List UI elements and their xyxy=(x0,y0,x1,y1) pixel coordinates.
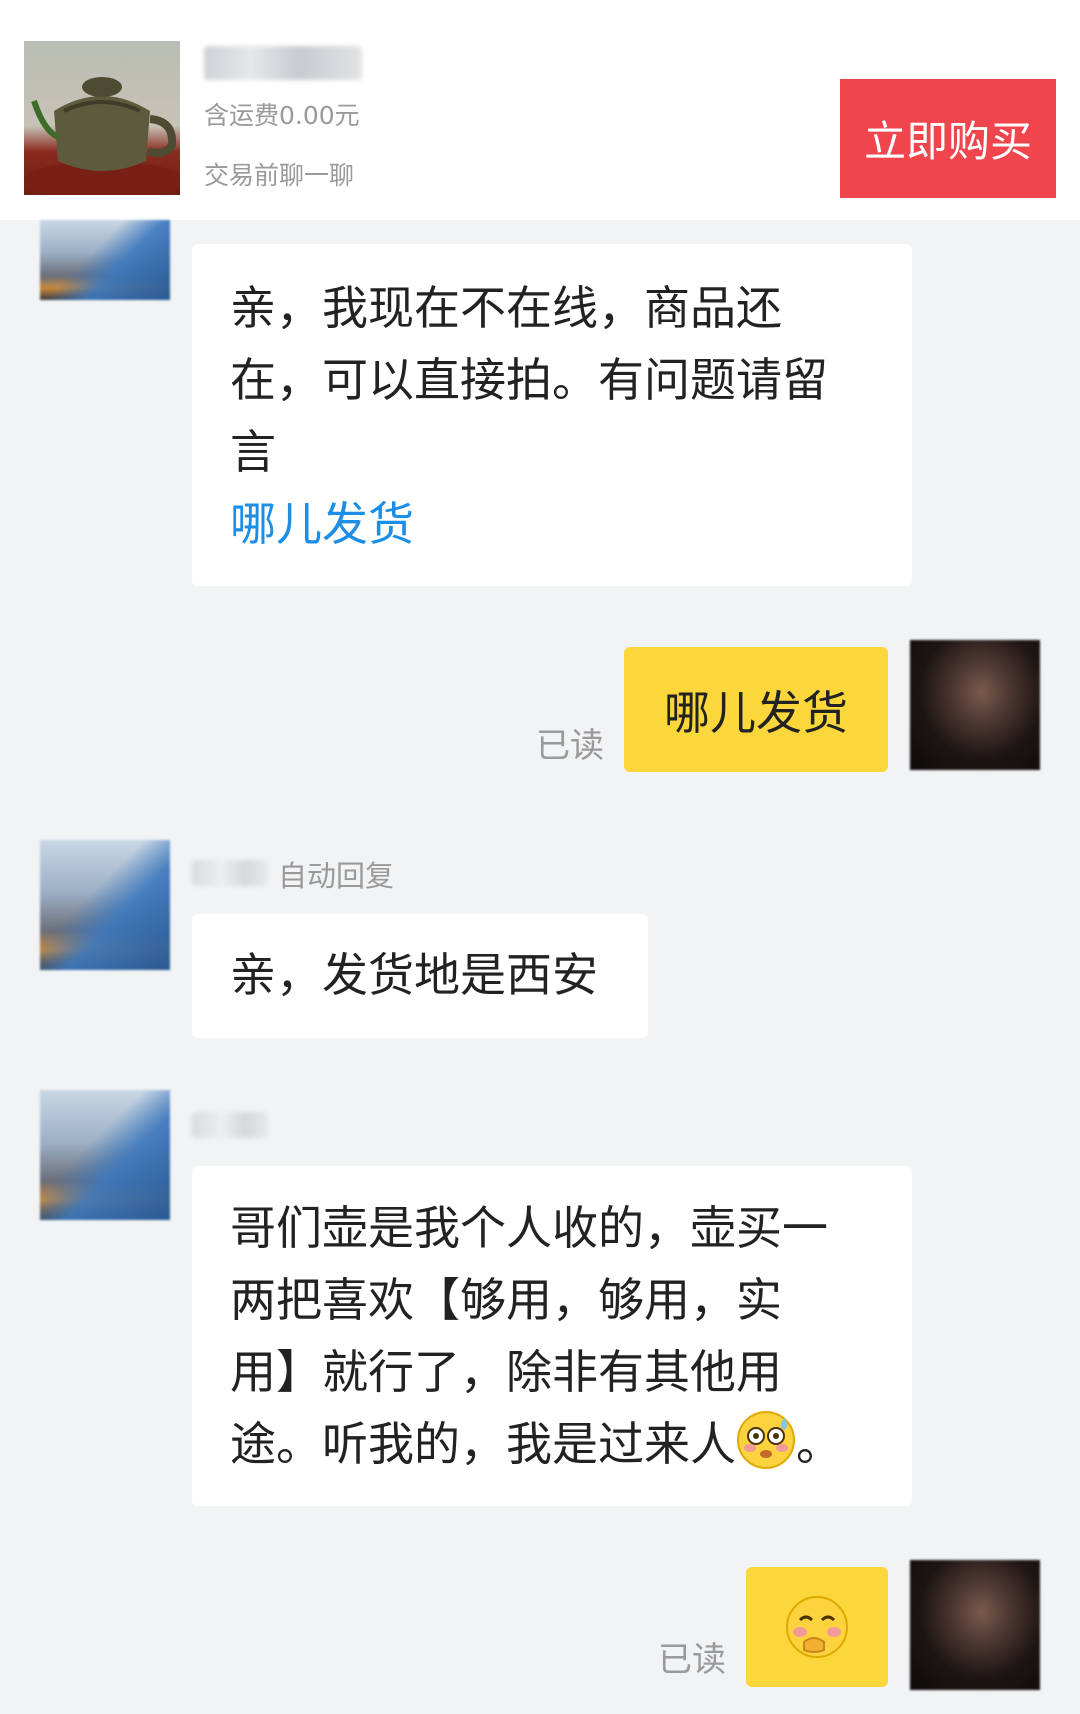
product-bar: 含运费0.00元 交易前聊一聊 立即购买 xyxy=(0,0,1080,220)
auto-reply-tag: 自动回复 xyxy=(278,859,395,893)
message-line: 用】就行了，除非有其他用 xyxy=(230,1345,782,1399)
user-avatar[interactable] xyxy=(910,1560,1040,1690)
price-blurred xyxy=(204,46,362,80)
message-line: 在，可以直接拍。有问题请留 xyxy=(230,353,828,407)
quick-question-link[interactable]: 哪儿发货 xyxy=(230,488,874,560)
seller-avatar[interactable] xyxy=(40,1090,170,1220)
message-bubble-own: 哪儿发货 xyxy=(624,647,888,772)
user-avatar[interactable] xyxy=(910,640,1040,770)
read-status: 已读 xyxy=(658,1640,726,1680)
message-text: 亲，发货地是西安 xyxy=(230,948,598,1002)
message-line: 亲，我现在不在线，商品还 xyxy=(230,281,782,335)
message-line: 言 xyxy=(230,425,276,479)
seller-name-blurred xyxy=(192,1112,268,1138)
flushed-sweat-emoji-icon xyxy=(736,1410,796,1470)
message-text: 途。听我的，我是过来人 xyxy=(230,1417,736,1471)
message-bubble-seller: 亲，发货地是西安 xyxy=(192,914,648,1038)
seller-avatar[interactable] xyxy=(40,220,170,300)
message-line-with-emoji: 途。听我的，我是过来人 。 xyxy=(230,1408,874,1480)
message-line: 两把喜欢【够用，够用，实 xyxy=(230,1273,782,1327)
message-line: 哥们壶是我个人收的，壶买一 xyxy=(230,1201,828,1255)
message-bubble-seller: 哥们壶是我个人收的，壶买一 两把喜欢【够用，够用，实 用】就行了，除非有其他用 … xyxy=(192,1166,912,1506)
seller-avatar[interactable] xyxy=(40,840,170,970)
shy-face-emoji-icon xyxy=(784,1594,850,1660)
message-text: 哪儿发货 xyxy=(664,685,848,740)
product-thumbnail[interactable] xyxy=(24,41,180,195)
message-bubble-seller: 亲，我现在不在线，商品还 在，可以直接拍。有问题请留 言 哪儿发货 xyxy=(192,244,912,586)
seller-name-blurred xyxy=(192,860,268,886)
message-text: 。 xyxy=(796,1417,842,1471)
buy-now-button[interactable]: 立即购买 xyxy=(840,79,1056,198)
shipping-fee: 含运费0.00元 xyxy=(204,101,360,130)
message-bubble-own-emoji xyxy=(746,1567,888,1687)
chat-before-trade: 交易前聊一聊 xyxy=(204,161,355,190)
read-status: 已读 xyxy=(536,726,604,766)
